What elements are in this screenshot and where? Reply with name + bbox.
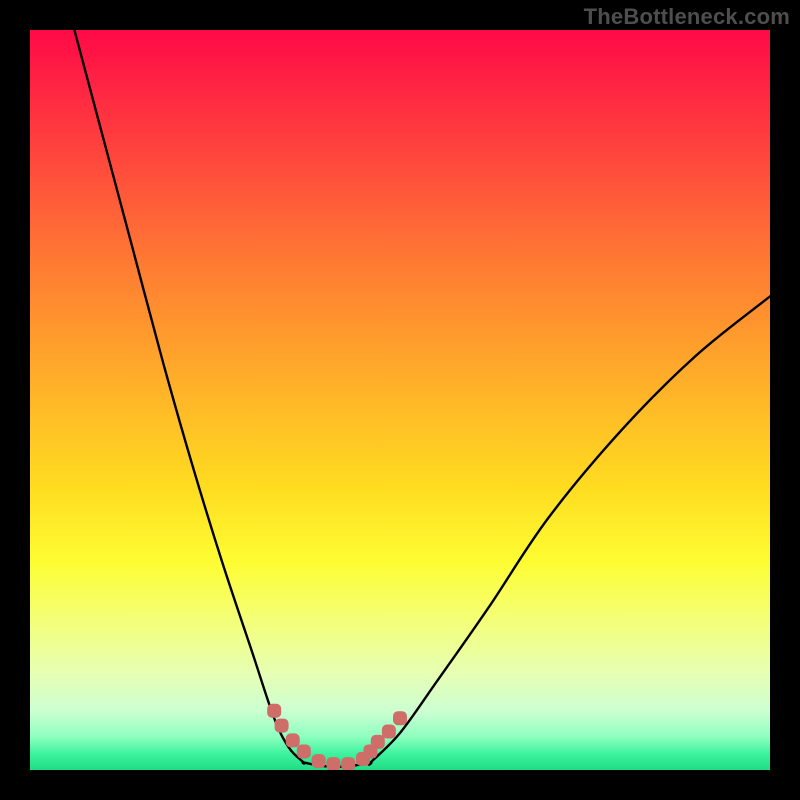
data-marker <box>286 733 300 747</box>
data-marker <box>326 757 340 770</box>
gradient-background <box>30 30 770 770</box>
data-marker <box>341 757 355 770</box>
data-marker <box>275 719 289 733</box>
plot-area <box>30 30 770 770</box>
chart-svg <box>30 30 770 770</box>
outer-black-frame: TheBottleneck.com <box>0 0 800 800</box>
watermark-text: TheBottleneck.com <box>584 4 790 30</box>
data-marker <box>267 704 281 718</box>
data-marker <box>371 735 385 749</box>
data-marker <box>312 754 326 768</box>
data-marker <box>297 745 311 759</box>
data-marker <box>382 725 396 739</box>
data-marker <box>393 711 407 725</box>
